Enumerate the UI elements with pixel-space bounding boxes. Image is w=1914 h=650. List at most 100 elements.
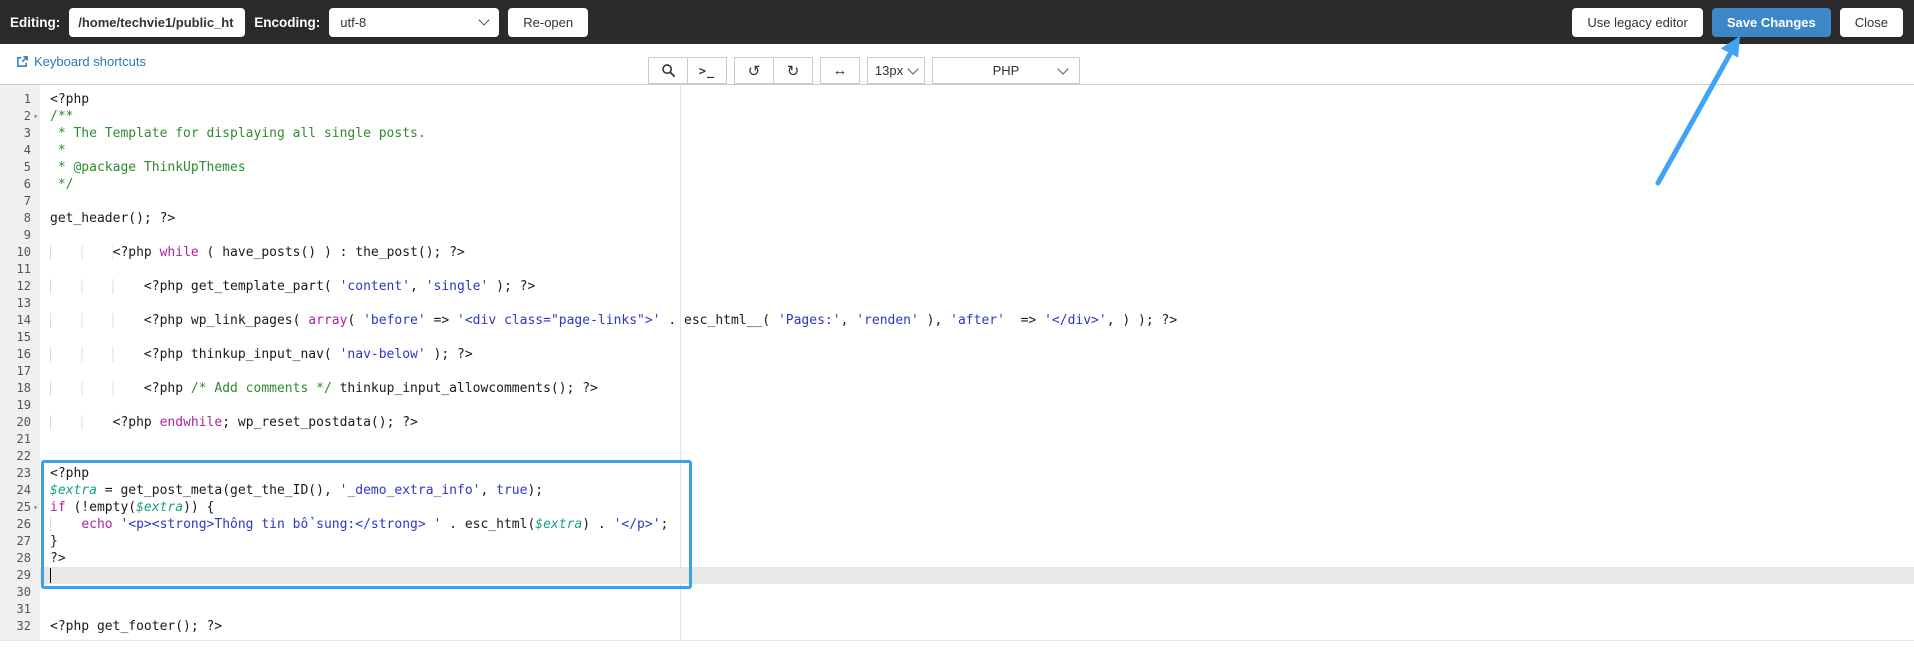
code-line[interactable]: 10 <?php while ( have_posts() ) : the_po… bbox=[0, 244, 1914, 261]
file-path-input[interactable] bbox=[69, 7, 246, 37]
code-text[interactable] bbox=[40, 329, 1914, 346]
chevron-down-icon bbox=[478, 14, 490, 26]
code-text[interactable]: <?php get_template_part( 'content', 'sin… bbox=[40, 278, 1914, 295]
code-line[interactable]: 18 <?php /* Add comments */ thinkup_inpu… bbox=[0, 380, 1914, 397]
code-text[interactable]: * The Template for displaying all single… bbox=[40, 125, 1914, 142]
code-text[interactable] bbox=[40, 193, 1914, 210]
line-number: 29 bbox=[16, 568, 31, 582]
code-line[interactable]: 24 $extra = get_post_meta(get_the_ID(), '… bbox=[0, 482, 1914, 499]
undo-redo-group: ↺ ↻ bbox=[734, 57, 813, 84]
code-line[interactable]: 23 <?php bbox=[0, 465, 1914, 482]
fold-marker-icon[interactable]: ▾ bbox=[31, 108, 40, 125]
code-line[interactable]: 25 ▾ if (!empty($extra)) { bbox=[0, 499, 1914, 516]
code-line[interactable]: 12 <?php get_template_part( 'content', '… bbox=[0, 278, 1914, 295]
code-line[interactable]: 13 bbox=[0, 295, 1914, 312]
code-line[interactable]: 30 bbox=[0, 584, 1914, 601]
code-line[interactable]: 5 * @package ThinkUpThemes bbox=[0, 159, 1914, 176]
code-line[interactable]: 3 * The Template for displaying all sing… bbox=[0, 125, 1914, 142]
code-line[interactable]: 26 echo '<p><strong>Thông tin bổ sung:</… bbox=[0, 516, 1914, 533]
code-text[interactable] bbox=[40, 363, 1914, 380]
line-number: 5 bbox=[23, 160, 31, 174]
code-line[interactable]: 22 bbox=[0, 448, 1914, 465]
code-text[interactable]: <?php endwhile; wp_reset_postdata(); ?> bbox=[40, 414, 1914, 431]
reopen-button[interactable]: Re-open bbox=[508, 7, 589, 37]
code-line[interactable]: 8 get_header(); ?> bbox=[0, 210, 1914, 227]
code-text[interactable]: <?php wp_link_pages( array( 'before' => … bbox=[40, 312, 1914, 329]
text-cursor bbox=[50, 568, 51, 583]
code-line[interactable]: 31 bbox=[0, 601, 1914, 618]
code-text[interactable]: /** bbox=[40, 108, 1914, 125]
line-number: 4 bbox=[23, 143, 31, 157]
code-text[interactable] bbox=[40, 448, 1914, 465]
code-line[interactable]: 29 bbox=[0, 567, 1914, 584]
search-button[interactable] bbox=[648, 57, 688, 84]
code-text[interactable] bbox=[40, 261, 1914, 278]
code-line[interactable]: 15 bbox=[0, 329, 1914, 346]
font-size-select[interactable]: 13px bbox=[867, 57, 925, 84]
line-number: 28 bbox=[16, 551, 31, 565]
undo-button[interactable]: ↺ bbox=[734, 57, 774, 84]
code-line[interactable]: 16 <?php thinkup_input_nav( 'nav-below' … bbox=[0, 346, 1914, 363]
code-text[interactable]: <?php get_footer(); ?> bbox=[40, 618, 1914, 635]
save-changes-button[interactable]: Save Changes bbox=[1711, 7, 1831, 37]
code-text[interactable]: get_header(); ?> bbox=[40, 210, 1914, 227]
code-text[interactable] bbox=[40, 295, 1914, 312]
code-text[interactable] bbox=[40, 397, 1914, 414]
undo-icon: ↺ bbox=[747, 62, 761, 80]
code-line[interactable]: 32 <?php get_footer(); ?> bbox=[0, 618, 1914, 635]
fold-marker-icon[interactable]: ▾ bbox=[31, 499, 40, 516]
code-text[interactable]: * @package ThinkUpThemes bbox=[40, 159, 1914, 176]
terminal-button[interactable]: >_ bbox=[687, 57, 727, 84]
line-number: 16 bbox=[16, 347, 31, 361]
code-text[interactable] bbox=[40, 431, 1914, 448]
code-text[interactable]: <?php bbox=[40, 465, 1914, 482]
code-text[interactable]: $extra = get_post_meta(get_the_ID(), '_d… bbox=[40, 482, 1914, 499]
code-text[interactable] bbox=[40, 601, 1914, 618]
code-line[interactable]: 20 <?php endwhile; wp_reset_postdata(); … bbox=[0, 414, 1914, 431]
code-line[interactable]: 14 <?php wp_link_pages( array( 'before' … bbox=[0, 312, 1914, 329]
line-number: 23 bbox=[16, 466, 31, 480]
close-button[interactable]: Close bbox=[1839, 7, 1903, 37]
code-text[interactable]: * bbox=[40, 142, 1914, 159]
line-number: 22 bbox=[16, 449, 31, 463]
encoding-value: utf-8 bbox=[340, 14, 367, 30]
syntax-mode-select[interactable]: PHP bbox=[932, 57, 1080, 84]
code-text[interactable]: if (!empty($extra)) { bbox=[40, 499, 1914, 516]
code-editor[interactable]: 1 <?php 2 ▾/** 3 * The Template for displayi… bbox=[0, 85, 1914, 641]
code-text[interactable] bbox=[40, 584, 1914, 601]
code-line[interactable]: 7 bbox=[0, 193, 1914, 210]
redo-button[interactable]: ↻ bbox=[773, 57, 813, 84]
code-line[interactable]: 1 <?php bbox=[0, 91, 1914, 108]
code-line[interactable]: 4 * bbox=[0, 142, 1914, 159]
code-line[interactable]: 17 bbox=[0, 363, 1914, 380]
code-text[interactable]: } bbox=[40, 533, 1914, 550]
code-text[interactable]: ?> bbox=[40, 550, 1914, 567]
keyboard-shortcuts-link[interactable]: Keyboard shortcuts bbox=[16, 54, 146, 69]
line-number: 20 bbox=[16, 415, 31, 429]
fit-width-button[interactable]: ↔ bbox=[820, 57, 860, 84]
top-bar: Editing: Encoding: utf-8 Re-open Use leg… bbox=[0, 0, 1914, 44]
code-text[interactable] bbox=[40, 567, 1914, 584]
code-line[interactable]: 6 */ bbox=[0, 176, 1914, 193]
line-number: 11 bbox=[16, 262, 31, 276]
code-text[interactable]: */ bbox=[40, 176, 1914, 193]
code-text[interactable]: <?php while ( have_posts() ) : the_post(… bbox=[40, 244, 1914, 261]
code-line[interactable]: 9 bbox=[0, 227, 1914, 244]
code-lines: 1 <?php 2 ▾/** 3 * The Template for displayi… bbox=[0, 91, 1914, 635]
code-line[interactable]: 11 bbox=[0, 261, 1914, 278]
code-text[interactable]: <?php /* Add comments */ thinkup_input_a… bbox=[40, 380, 1914, 397]
encoding-select[interactable]: utf-8 bbox=[329, 7, 500, 37]
code-line[interactable]: 19 bbox=[0, 397, 1914, 414]
syntax-mode-value: PHP bbox=[992, 63, 1020, 78]
chevron-down-icon bbox=[907, 62, 919, 75]
code-text[interactable]: <?php bbox=[40, 91, 1914, 108]
code-line[interactable]: 28 ?> bbox=[0, 550, 1914, 567]
code-line[interactable]: 21 bbox=[0, 431, 1914, 448]
code-line[interactable]: 2 ▾/** bbox=[0, 108, 1914, 125]
line-number: 19 bbox=[16, 398, 31, 412]
use-legacy-editor-button[interactable]: Use legacy editor bbox=[1572, 7, 1703, 37]
code-text[interactable]: <?php thinkup_input_nav( 'nav-below' ); … bbox=[40, 346, 1914, 363]
code-text[interactable]: echo '<p><strong>Thông tin bổ sung:</str… bbox=[40, 516, 1914, 533]
code-text[interactable] bbox=[40, 227, 1914, 244]
code-line[interactable]: 27} bbox=[0, 533, 1914, 550]
